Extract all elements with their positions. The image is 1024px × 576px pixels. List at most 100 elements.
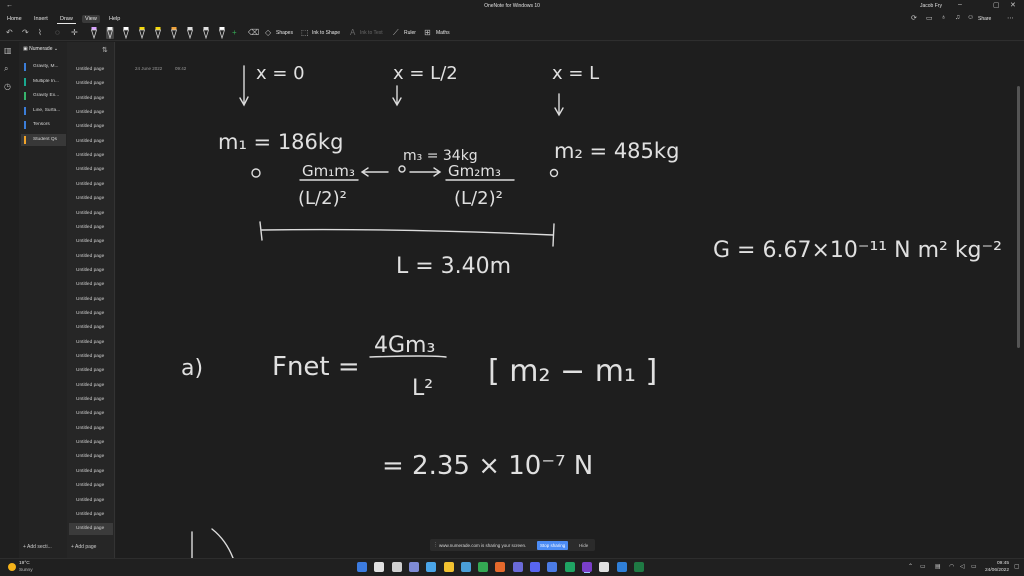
- eraser-icon[interactable]: ⌫: [248, 28, 259, 37]
- lasso-icon[interactable]: ◌: [55, 28, 60, 37]
- page-item[interactable]: Untitled page: [69, 93, 113, 105]
- start-icon[interactable]: [357, 562, 367, 572]
- file-explorer-icon[interactable]: [443, 562, 454, 572]
- share-button[interactable]: Share: [978, 16, 991, 22]
- maths-button[interactable]: Maths: [436, 30, 450, 36]
- page-item[interactable]: Untitled page: [69, 78, 113, 90]
- pen-tool-6[interactable]: [170, 27, 178, 40]
- pen-tool-1[interactable]: [90, 27, 98, 40]
- tab-help[interactable]: Help: [106, 15, 123, 23]
- shapes-button[interactable]: Shapes: [276, 30, 293, 36]
- page-item[interactable]: Untitled page: [69, 265, 113, 277]
- page-item[interactable]: Untitled page: [69, 251, 113, 263]
- page-item[interactable]: Untitled page: [69, 523, 113, 536]
- undo-icon[interactable]: ↶: [6, 28, 13, 37]
- redo-icon[interactable]: ↷: [22, 28, 29, 37]
- pen-tool-5[interactable]: [154, 27, 162, 40]
- add-space-icon[interactable]: ✛: [71, 28, 78, 37]
- teams-icon[interactable]: [512, 562, 523, 572]
- chat-icon[interactable]: [426, 562, 437, 572]
- page-item[interactable]: Untitled page: [69, 64, 113, 76]
- lightbulb-icon[interactable]: ♁: [941, 14, 946, 21]
- page-item[interactable]: Untitled page: [69, 208, 113, 220]
- sync-icon[interactable]: ⟳: [911, 14, 917, 22]
- tab-home[interactable]: Home: [4, 15, 25, 23]
- bell-icon[interactable]: ♫: [955, 14, 960, 21]
- page-item[interactable]: Untitled page: [69, 480, 113, 492]
- battery-icon[interactable]: ▭: [971, 563, 977, 570]
- pen-tool-7[interactable]: [186, 27, 194, 40]
- chevron-up-icon[interactable]: ⌃: [908, 563, 913, 570]
- hide-button[interactable]: Hide: [579, 543, 588, 548]
- shapes-icon[interactable]: ◇: [265, 28, 271, 37]
- page-item[interactable]: Untitled page: [69, 121, 113, 133]
- pen-tool-9[interactable]: [218, 27, 226, 40]
- maths-icon[interactable]: ⊞: [424, 28, 431, 37]
- immersive-reader-icon[interactable]: ▭: [926, 14, 933, 22]
- pen-tool-8[interactable]: [202, 27, 210, 40]
- tab-draw[interactable]: Draw: [57, 15, 76, 24]
- page-item[interactable]: Untitled page: [69, 179, 113, 191]
- user-name[interactable]: Jacob Fry: [920, 3, 942, 9]
- onenote-icon[interactable]: [581, 562, 592, 572]
- app-tray-icon[interactable]: ▭: [920, 563, 926, 570]
- note-canvas[interactable]: 24 June 2022 09:42 x = 0 x = L/2 x = L m…: [116, 42, 1020, 558]
- search-icon[interactable]: [374, 562, 385, 572]
- sun-icon[interactable]: [8, 563, 16, 571]
- tab-insert[interactable]: Insert: [31, 15, 51, 23]
- ink-to-shape-icon[interactable]: ⬚: [301, 28, 309, 37]
- search-icon[interactable]: ⌕: [4, 64, 8, 74]
- more-options-icon[interactable]: ⋯: [1007, 14, 1014, 22]
- section-item[interactable]: Line, Surfa...: [21, 105, 66, 117]
- page-item[interactable]: Untitled page: [69, 150, 113, 162]
- edge-icon[interactable]: [460, 562, 471, 572]
- section-item[interactable]: Multiple In...: [21, 76, 66, 88]
- ruler-icon[interactable]: ⟋: [393, 28, 399, 38]
- weather-temperature[interactable]: 19°C: [19, 561, 30, 566]
- zoom-icon[interactable]: [547, 562, 558, 572]
- close-button[interactable]: ✕: [1010, 1, 1016, 9]
- page-item[interactable]: Untitled page: [69, 509, 113, 521]
- page-item[interactable]: Untitled page: [69, 164, 113, 176]
- page-item[interactable]: Untitled page: [69, 466, 113, 478]
- ruler-button[interactable]: Ruler: [404, 30, 416, 36]
- page-item[interactable]: Untitled page: [69, 337, 113, 349]
- page-item[interactable]: Untitled page: [69, 365, 113, 377]
- page-item[interactable]: Untitled page: [69, 308, 113, 320]
- drag-handle-icon[interactable]: ⋮: [433, 542, 438, 548]
- maximize-button[interactable]: ▢: [993, 1, 1000, 9]
- person-share-icon[interactable]: ☺: [967, 14, 974, 21]
- settings-icon[interactable]: [599, 562, 610, 572]
- ink-drawing[interactable]: x = 0 x = L/2 x = L m₁ = 186kg m₃ = 34kg…: [116, 42, 1020, 558]
- page-item[interactable]: Untitled page: [69, 107, 113, 119]
- notebook-picker[interactable]: ▣ Numerade ⌄: [23, 46, 58, 52]
- section-item[interactable]: Gravity Ex...: [21, 90, 66, 102]
- canvas-scrollbar[interactable]: [1017, 86, 1020, 348]
- page-item[interactable]: Untitled page: [69, 193, 113, 205]
- spotify-icon[interactable]: [564, 562, 575, 572]
- page-item[interactable]: Untitled page: [69, 294, 113, 306]
- add-section-button[interactable]: + Add secti...: [23, 544, 52, 550]
- section-item[interactable]: Student Qs: [21, 133, 66, 146]
- wifi-icon[interactable]: ◠: [949, 563, 954, 570]
- outlook-icon[interactable]: [616, 562, 627, 572]
- language-icon[interactable]: ▤: [935, 563, 941, 570]
- chrome-icon[interactable]: [478, 562, 489, 572]
- pen-tool-3[interactable]: [122, 27, 130, 40]
- taskbar-date[interactable]: 24/06/2022: [981, 568, 1009, 573]
- page-item[interactable]: Untitled page: [69, 423, 113, 435]
- add-page-button[interactable]: + Add page: [71, 544, 96, 550]
- page-item[interactable]: Untitled page: [69, 495, 113, 507]
- page-item[interactable]: Untitled page: [69, 408, 113, 420]
- section-item[interactable]: Gravity, M...: [21, 61, 66, 73]
- stop-sharing-button[interactable]: Stop sharing: [537, 541, 569, 550]
- page-item[interactable]: Untitled page: [69, 351, 113, 363]
- page-item[interactable]: Untitled page: [69, 136, 113, 148]
- page-item[interactable]: Untitled page: [69, 437, 113, 449]
- section-item[interactable]: Tensors: [21, 119, 66, 131]
- taskbar-time[interactable]: 09:45: [981, 561, 1009, 566]
- pen-tool-4[interactable]: [138, 27, 146, 40]
- lasso-select-icon[interactable]: ⌇: [38, 28, 42, 37]
- notification-icon[interactable]: ▢: [1014, 563, 1020, 570]
- page-item[interactable]: Untitled page: [69, 394, 113, 406]
